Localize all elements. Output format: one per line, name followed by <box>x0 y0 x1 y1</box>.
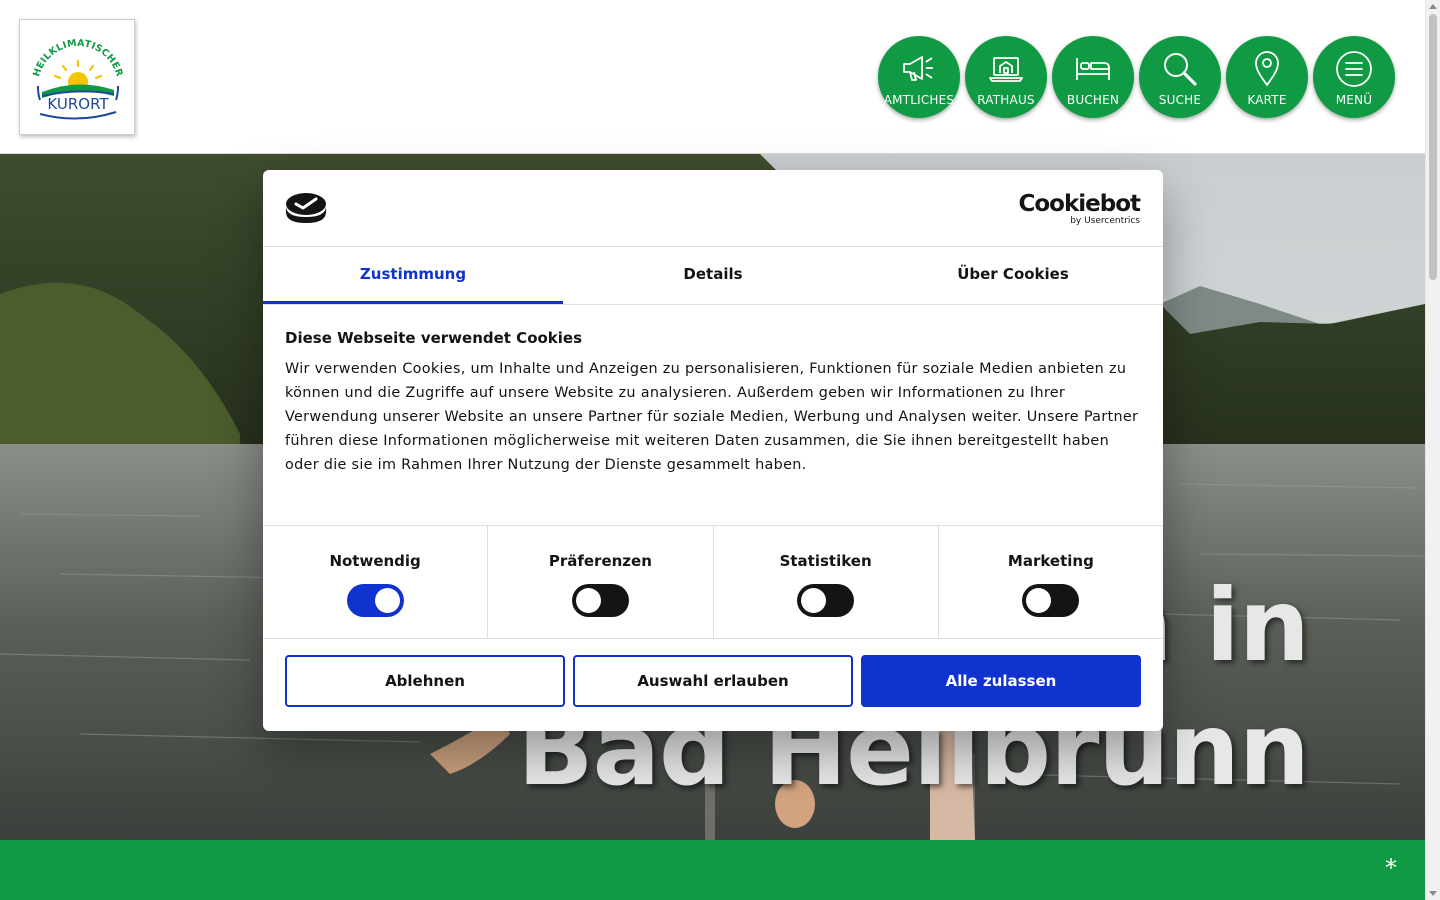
scroll-down-arrow-icon[interactable] <box>1429 891 1437 896</box>
cookiebot-sub-text: by Usercentrics <box>1070 216 1140 226</box>
category-notwendig: Notwendig <box>263 526 489 638</box>
main-nav: AMTLICHES RATHAUS BUCHEN SUCHE KARTE MEN… <box>878 36 1395 118</box>
allow-selection-button[interactable]: Auswahl erlauben <box>573 655 853 707</box>
nav-menu-button[interactable]: MENÜ <box>1313 36 1395 118</box>
nav-karte-button[interactable]: KARTE <box>1226 36 1308 118</box>
nav-label: MENÜ <box>1335 93 1373 107</box>
search-icon <box>1164 53 1197 86</box>
allow-all-button[interactable]: Alle zulassen <box>861 655 1141 707</box>
logo-main-text: KURORT <box>47 95 109 113</box>
category-marketing: Marketing <box>939 526 1163 638</box>
decline-button[interactable]: Ablehnen <box>285 655 565 707</box>
asterisk-button[interactable]: * <box>1385 854 1397 882</box>
dialog-tabs: Zustimmung Details Über Cookies <box>263 247 1163 305</box>
dialog-description: Wir verwenden Cookies, um Inhalte und An… <box>285 361 1139 473</box>
dialog-title: Diese Webseite verwendet Cookies <box>285 329 583 347</box>
marketing-toggle[interactable] <box>1022 584 1080 617</box>
nav-label: AMTLICHES <box>883 93 955 107</box>
nav-label: BUCHEN <box>1066 93 1120 107</box>
praeferenzen-toggle[interactable] <box>571 584 629 617</box>
category-praeferenzen: Präferenzen <box>488 526 714 638</box>
dialog-body: Diese Webseite verwendet Cookies Wir ver… <box>263 305 1163 525</box>
cookie-categories: Notwendig Präferenzen Statistiken Market… <box>263 525 1163 639</box>
map-pin-icon <box>1255 51 1279 87</box>
nav-rathaus-button[interactable]: RATHAUS <box>965 36 1047 118</box>
scrollbar-thumb[interactable] <box>1429 14 1437 280</box>
category-label: Marketing <box>1007 552 1094 570</box>
nav-label: RATHAUS <box>977 93 1035 107</box>
bed-icon <box>1076 58 1110 80</box>
menu-icon <box>1336 51 1372 87</box>
site-header: HEILKLIMATISCHER KURORT AMTLICHES RATHAU… <box>0 0 1425 154</box>
tab-details[interactable]: Details <box>563 247 863 304</box>
notwendig-toggle[interactable] <box>346 584 404 617</box>
statistiken-toggle[interactable] <box>797 584 855 617</box>
tab-zustimmung[interactable]: Zustimmung <box>263 247 563 304</box>
tab-ueber-cookies[interactable]: Über Cookies <box>863 247 1163 304</box>
category-label: Präferenzen <box>548 552 652 570</box>
nav-label: SUCHE <box>1158 93 1202 107</box>
nav-amtliches-button[interactable]: AMTLICHES <box>878 36 960 118</box>
scroll-up-arrow-icon[interactable] <box>1429 4 1437 9</box>
category-label: Statistiken <box>779 552 872 570</box>
category-statistiken: Statistiken <box>714 526 939 638</box>
dialog-buttons: Ablehnen Auswahl erlauben Alle zulassen <box>263 639 1163 723</box>
laptop-house-icon <box>989 57 1023 82</box>
category-label: Notwendig <box>329 552 421 570</box>
cookiebot-logo-text: Cookiebot <box>1018 191 1141 217</box>
cookiebot-brand[interactable]: Cookiebot by Usercentrics <box>1018 191 1141 227</box>
megaphone-icon <box>903 56 933 81</box>
nav-buchen-button[interactable]: BUCHEN <box>1052 36 1134 118</box>
footer-bar: * <box>0 840 1425 900</box>
kurort-logo[interactable]: HEILKLIMATISCHER KURORT <box>19 19 135 135</box>
nav-suche-button[interactable]: SUCHE <box>1139 36 1221 118</box>
dialog-header: Cookiebot by Usercentrics <box>263 170 1163 247</box>
nav-label: KARTE <box>1247 93 1287 107</box>
cookie-logo-icon <box>286 193 326 223</box>
page-scrollbar[interactable] <box>1425 0 1440 900</box>
cookie-consent-dialog: Cookiebot by Usercentrics Zustimmung Det… <box>263 170 1163 731</box>
